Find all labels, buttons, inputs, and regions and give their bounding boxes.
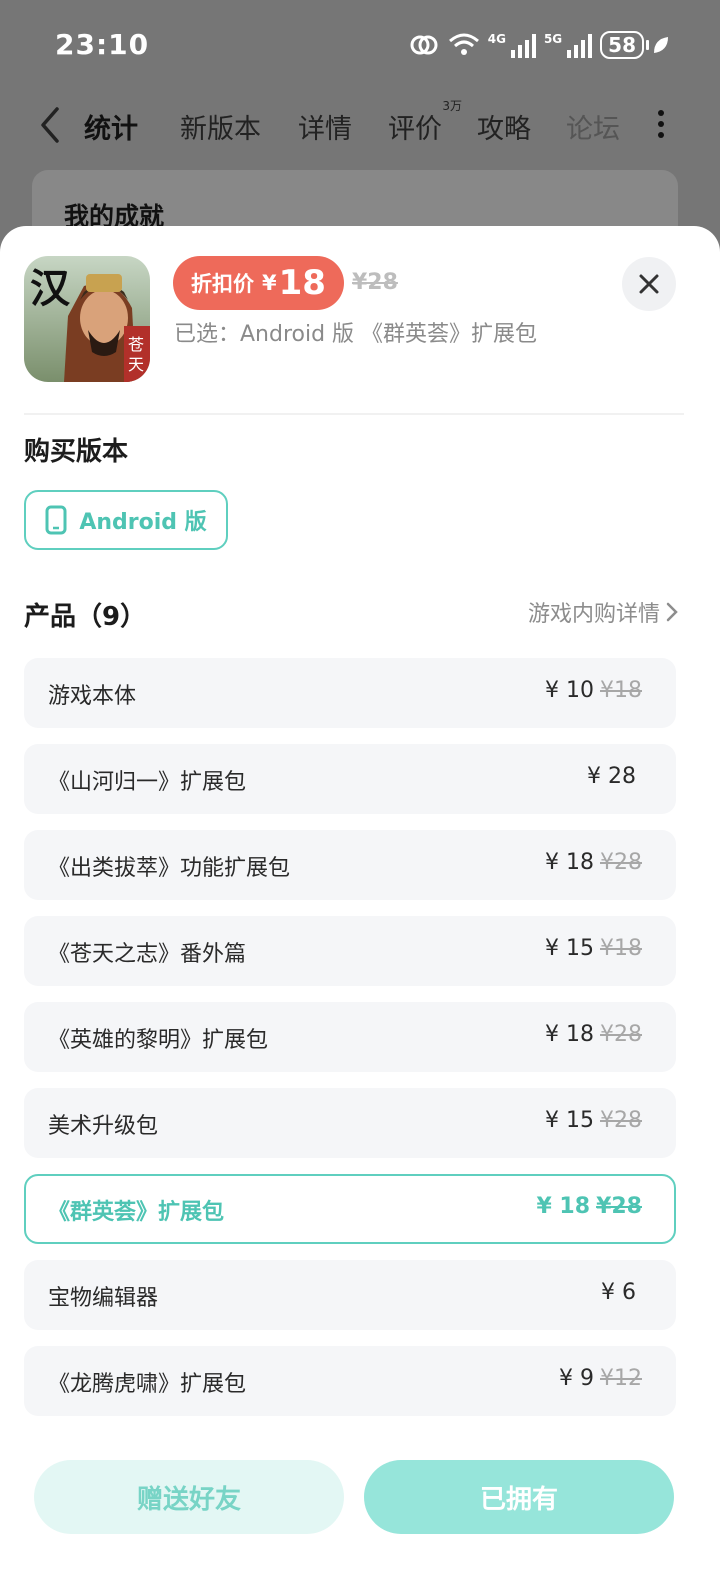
- product-row[interactable]: 《英雄的黎明》扩展包 ¥ 18 ¥28: [24, 1002, 676, 1072]
- product-row[interactable]: 《山河归一》扩展包 ¥ 28: [24, 744, 676, 814]
- status-bar: 23:10 4G 5G 58: [0, 0, 720, 90]
- owned-button[interactable]: 已拥有: [364, 1460, 674, 1534]
- reviews-count-badge: 3万: [442, 99, 462, 113]
- currency-symbol: ¥: [262, 271, 277, 295]
- original-price: ¥28: [352, 270, 398, 295]
- close-icon: [639, 274, 659, 294]
- product-current-price: ¥ 15: [545, 1108, 594, 1133]
- discount-price-badge: 折扣价 ¥18: [173, 256, 344, 310]
- product-row[interactable]: 游戏本体 ¥ 10 ¥18: [24, 658, 676, 728]
- product-price: ¥ 15 ¥18: [545, 936, 642, 961]
- product-price: ¥ 18 ¥28: [545, 850, 642, 875]
- product-old-price: ¥28: [600, 1022, 642, 1047]
- status-time: 23:10: [55, 28, 150, 61]
- chevron-right-icon: [666, 602, 678, 622]
- product-name: 美术升级包: [48, 1114, 159, 1139]
- svg-text:苍: 苍: [128, 335, 144, 354]
- product-row[interactable]: 《龙腾虎啸》扩展包 ¥ 9 ¥12: [24, 1346, 676, 1416]
- product-current-price: ¥ 6: [601, 1280, 636, 1305]
- battery-icon: 58: [600, 31, 649, 59]
- app-icon-art: 汉 苍 天: [24, 256, 150, 382]
- product-old-price: ¥28: [600, 1108, 642, 1133]
- product-name: 《英雄的黎明》扩展包: [48, 1028, 269, 1053]
- wifi-icon: [448, 33, 479, 55]
- product-name: 《群英荟》扩展包: [48, 1200, 225, 1225]
- product-name: 宝物编辑器: [48, 1286, 159, 1311]
- product-name: 游戏本体: [48, 684, 137, 709]
- product-name: 《出类拔萃》功能扩展包: [48, 856, 291, 881]
- product-row[interactable]: 美术升级包 ¥ 15 ¥28: [24, 1088, 676, 1158]
- product-price: ¥ 9 ¥12: [559, 1366, 642, 1391]
- product-row[interactable]: 宝物编辑器 ¥ 6: [24, 1260, 676, 1330]
- purchase-sheet: 汉 苍 天 折扣价 ¥18 ¥28 已选：Android 版 《群英荟》扩展包 …: [0, 226, 720, 1595]
- version-section-title: 购买版本: [24, 437, 129, 467]
- signal-5g-icon: 5G: [543, 32, 593, 58]
- discount-price: 18: [278, 263, 326, 303]
- iap-details-link[interactable]: 游戏内购详情: [528, 596, 678, 628]
- signal-4g-icon: 4G: [488, 32, 536, 58]
- product-current-price: ¥ 10: [545, 678, 594, 703]
- net-type-5g: 5G: [543, 32, 563, 46]
- discount-label: 折扣价: [191, 272, 254, 296]
- tab-reviews-label: 评价: [388, 114, 442, 145]
- back-arrow-icon[interactable]: [35, 105, 65, 145]
- product-current-price: ¥ 9: [559, 1366, 594, 1391]
- product-name: 《龙腾虎啸》扩展包: [48, 1372, 247, 1397]
- product-old-price: ¥18: [600, 678, 642, 703]
- product-price: ¥ 6: [601, 1280, 642, 1305]
- product-current-price: ¥ 18: [545, 1022, 594, 1047]
- tab-guides[interactable]: 攻略: [477, 107, 531, 146]
- product-name: 《山河归一》扩展包: [48, 770, 247, 795]
- svg-text:汉: 汉: [30, 265, 71, 312]
- product-price: ¥ 10 ¥18: [545, 678, 642, 703]
- product-row[interactable]: 《苍天之志》番外篇 ¥ 15 ¥18: [24, 916, 676, 986]
- more-menu-icon[interactable]: [655, 110, 667, 140]
- phone-icon: [45, 505, 67, 535]
- tab-details[interactable]: 详情: [298, 107, 352, 146]
- product-price: ¥ 15 ¥28: [545, 1108, 642, 1133]
- product-row[interactable]: 《出类拔萃》功能扩展包 ¥ 18 ¥28: [24, 830, 676, 900]
- tab-stats[interactable]: 统计: [80, 107, 142, 152]
- android-version-label: Android 版: [79, 510, 207, 535]
- product-old-price: ¥12: [600, 1366, 642, 1391]
- product-current-price: ¥ 28: [587, 764, 636, 789]
- product-row-selected[interactable]: 《群英荟》扩展包 ¥ 18 ¥28: [24, 1174, 676, 1244]
- selected-summary: 已选：Android 版 《群英荟》扩展包: [174, 322, 538, 347]
- link-icon: [410, 35, 438, 55]
- product-old-price: ¥18: [600, 936, 642, 961]
- close-button[interactable]: [622, 257, 676, 311]
- product-current-price: ¥ 18: [536, 1194, 591, 1219]
- leaf-icon: [654, 37, 668, 53]
- product-old-price: ¥28: [596, 1194, 642, 1219]
- product-price: ¥ 18 ¥28: [536, 1194, 642, 1219]
- top-nav: 统计 新版本 详情 评价 3万 攻略 论坛: [0, 95, 720, 155]
- svg-text:天: 天: [128, 355, 144, 374]
- product-old-price: ¥28: [600, 850, 642, 875]
- gift-friend-button[interactable]: 赠送好友: [34, 1460, 344, 1534]
- product-current-price: ¥ 18: [545, 850, 594, 875]
- tab-forum[interactable]: 论坛: [566, 107, 620, 146]
- net-type-4g: 4G: [487, 32, 506, 46]
- tab-new-version[interactable]: 新版本: [180, 107, 261, 146]
- status-icons: 4G 5G 58: [408, 28, 670, 62]
- android-version-button[interactable]: Android 版: [24, 490, 228, 550]
- product-price: ¥ 28: [587, 764, 642, 789]
- product-price: ¥ 18 ¥28: [545, 1022, 642, 1047]
- products-title: 产品（9）: [24, 602, 147, 632]
- product-name: 《苍天之志》番外篇: [48, 942, 247, 967]
- divider: [24, 413, 684, 415]
- product-current-price: ¥ 15: [545, 936, 594, 961]
- iap-details-label: 游戏内购详情: [527, 602, 660, 627]
- tab-reviews[interactable]: 评价 3万: [388, 99, 462, 146]
- app-icon: 汉 苍 天: [24, 256, 150, 382]
